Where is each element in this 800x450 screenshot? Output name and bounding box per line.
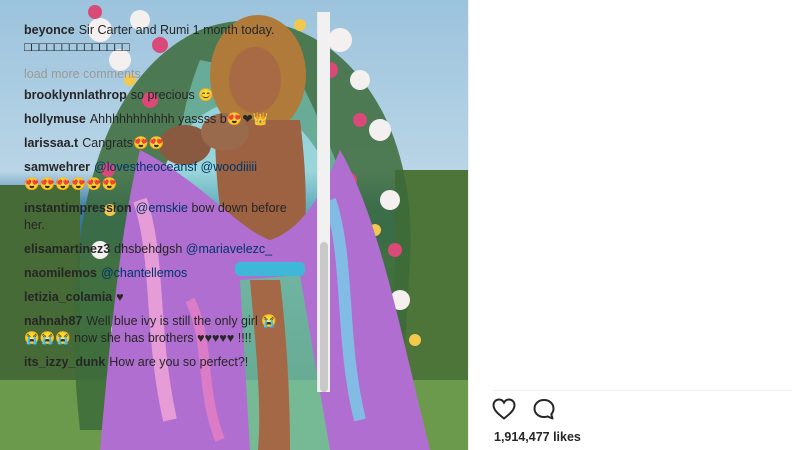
comment-item: instantimpression @emskie bow down before… (24, 200, 292, 234)
post-actions (492, 398, 568, 424)
comment-text: 😍😍😍😍😍😍 (24, 177, 118, 191)
comment-username[interactable]: brooklynnlathrop (24, 88, 127, 102)
comments-list: beyonce Sir Carter and Rumi 1 month today… (24, 22, 292, 382)
comment-username[interactable]: samwehrer (24, 160, 90, 174)
likes-count[interactable]: 1,914,477 likes (494, 430, 581, 444)
comment-item: elisamartinez3 dhsbehdgsh @mariavelezc_ (24, 241, 292, 258)
caption-username[interactable]: beyonce (24, 23, 75, 37)
scrollbar-thumb[interactable] (320, 242, 328, 392)
comment-username[interactable]: letizia_colamia (24, 290, 112, 304)
comment-item: hollymuse Ahhhhhhhhhhh yassss b😍❤👑 (24, 111, 292, 128)
comment-mention[interactable]: @emskie (136, 201, 188, 215)
load-more-comments-link[interactable]: load more comments (24, 66, 292, 83)
comment-username[interactable]: its_izzy_dunk (24, 355, 105, 369)
comment-item: samwehrer @lovestheoceansf @woodiiiii 😍😍😍😍… (24, 159, 292, 193)
comment-item: its_izzy_dunk How are you so perfect?! (24, 354, 292, 371)
comment-text: so precious 😊 (130, 88, 214, 102)
comment-mention[interactable]: @lovestheoceansf (94, 160, 197, 174)
comment-username[interactable]: elisamartinez3 (24, 242, 110, 256)
actions-divider (492, 390, 792, 391)
post-caption: beyonce Sir Carter and Rumi 1 month today… (24, 22, 292, 56)
comment-item: naomilemos @chantellemos (24, 265, 292, 282)
comment-text: dhsbehdgsh (114, 242, 183, 256)
comment-username[interactable]: instantimpression (24, 201, 132, 215)
comment-item: letizia_colamia ♥ (24, 289, 292, 306)
comment-username[interactable]: larissaa.t (24, 136, 78, 150)
comment-username[interactable]: hollymuse (24, 112, 86, 126)
speech-bubble-icon[interactable] (532, 398, 556, 425)
comment-item: brooklynnlathrop so precious 😊 (24, 87, 292, 104)
comment-text: Cangrats😍😍 (82, 136, 165, 150)
comment-text: ♥ (116, 290, 124, 304)
comment-mention[interactable]: @woodiiiii (201, 160, 257, 174)
heart-outline-icon[interactable] (492, 398, 516, 425)
comment-text: How are you so perfect?! (109, 355, 249, 369)
comment-item: nahnah87 Well blue ivy is still the only … (24, 313, 292, 347)
comment-mention[interactable]: @mariavelezc_ (186, 242, 272, 256)
comment-username[interactable]: naomilemos (24, 266, 97, 280)
post-side-panel (468, 0, 800, 450)
comment-text: Ahhhhhhhhhhh yassss b😍❤👑 (89, 112, 269, 126)
comments-scrollbar[interactable] (317, 12, 330, 392)
comment-username[interactable]: nahnah87 (24, 314, 82, 328)
comment-mention[interactable]: @chantellemos (101, 266, 187, 280)
comment-item: larissaa.t Cangrats😍😍 (24, 135, 292, 152)
